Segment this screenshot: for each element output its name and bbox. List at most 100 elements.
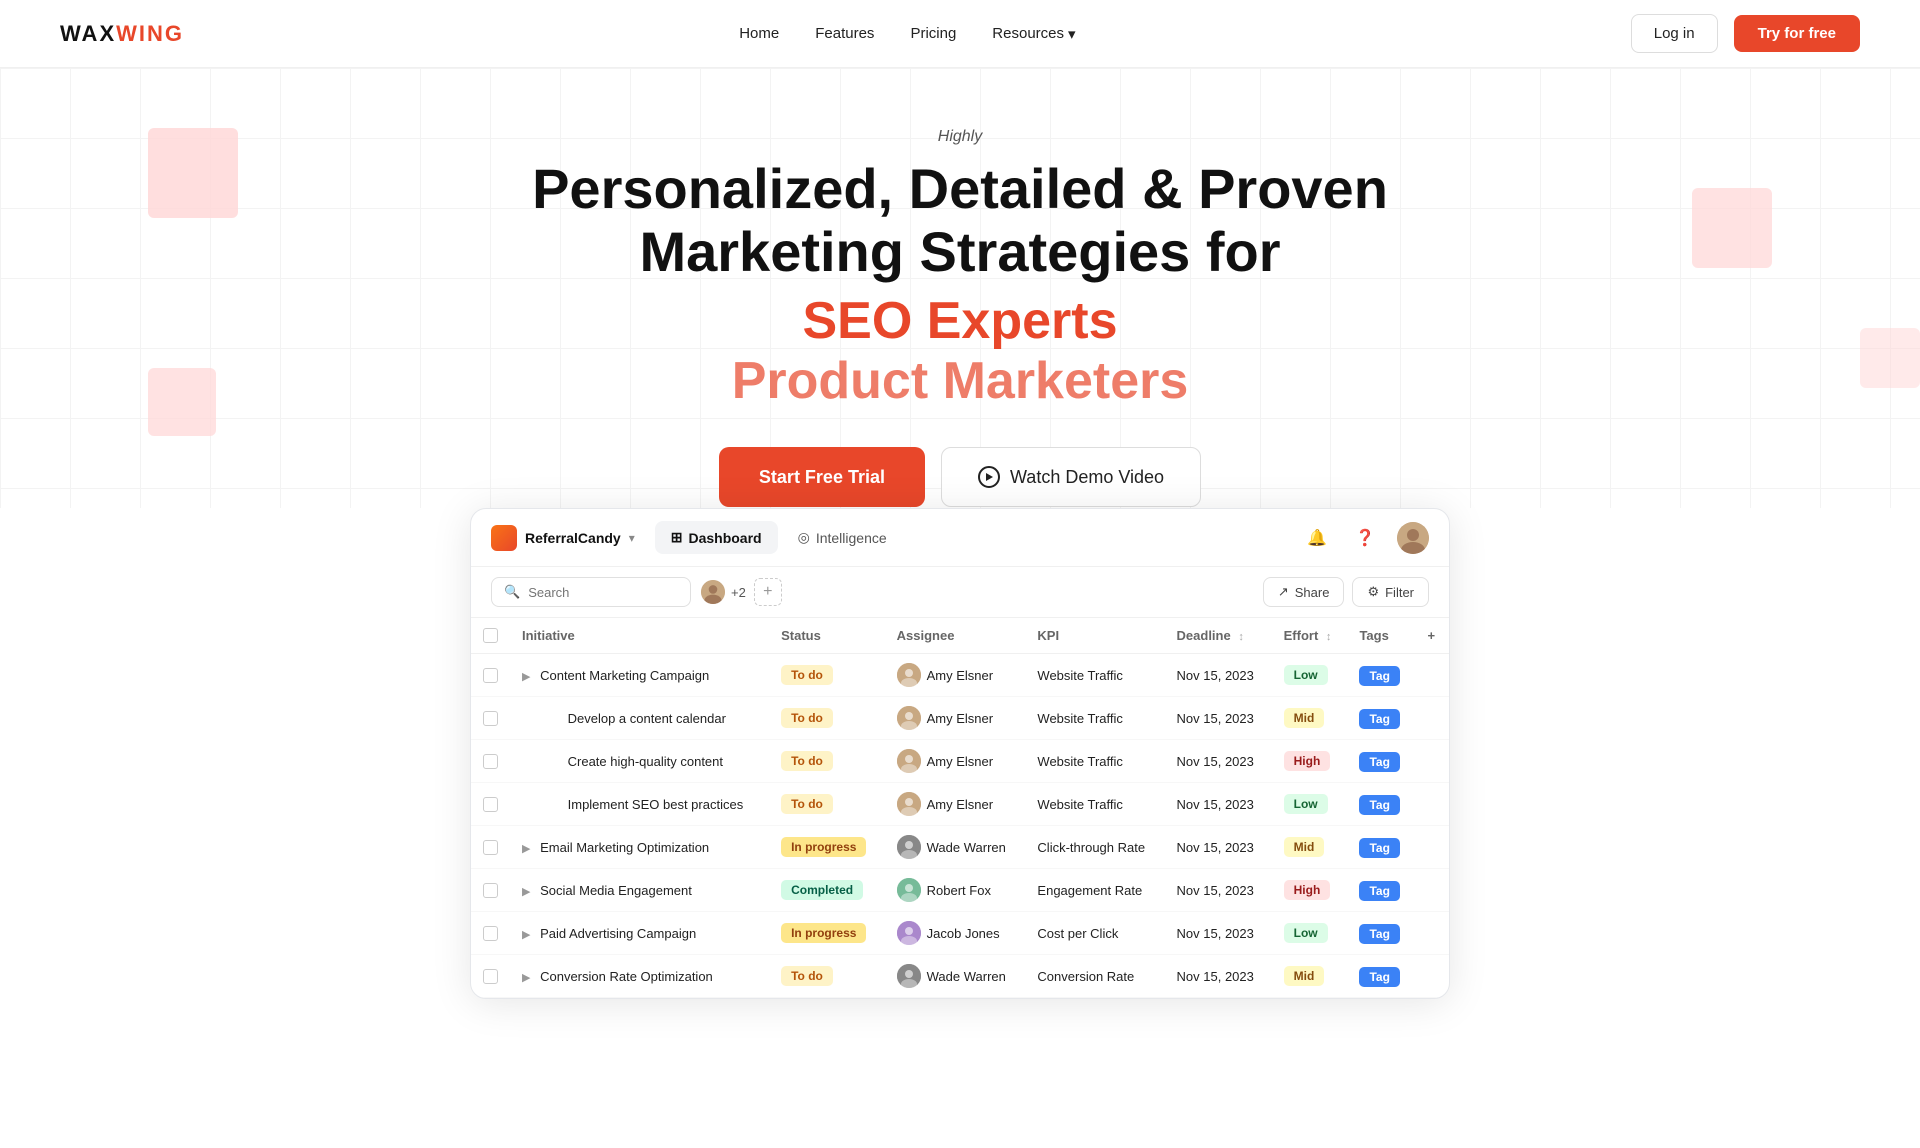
expand-chevron-icon[interactable]: ▶ — [522, 842, 530, 855]
add-button[interactable]: + — [754, 578, 782, 606]
help-icon[interactable]: ❓ — [1349, 522, 1381, 554]
table-row: ▶ Email Marketing Optimization In progre… — [471, 826, 1449, 869]
kpi-value: Cost per Click — [1037, 926, 1118, 941]
row-checkbox[interactable] — [483, 754, 498, 769]
row-tags-cell: Tag — [1347, 740, 1415, 783]
table-header-row: Initiative Status Assignee KPI Deadline … — [471, 618, 1449, 654]
start-trial-button[interactable]: Start Free Trial — [719, 447, 925, 507]
tag-badge: Tag — [1359, 795, 1399, 815]
search-input[interactable] — [528, 585, 678, 600]
initiative-label: Paid Advertising Campaign — [540, 926, 696, 941]
nav-pricing[interactable]: Pricing — [910, 25, 956, 42]
expand-chevron-icon[interactable]: ▶ — [522, 971, 530, 984]
row-kpi-cell: Website Traffic — [1025, 697, 1164, 740]
nav-home[interactable]: Home — [739, 25, 779, 42]
effort-sort-icon[interactable]: ↕ — [1326, 631, 1332, 643]
row-assignee-cell: Wade Warren — [885, 955, 1026, 998]
assignee-avatar — [897, 706, 921, 730]
row-check-cell — [471, 740, 510, 783]
hero-rotating-text-1: SEO Experts — [0, 291, 1920, 351]
status-badge: Completed — [781, 880, 863, 900]
share-icon: ↗ — [1278, 584, 1289, 600]
filter-button[interactable]: ⚙ Filter — [1352, 577, 1429, 607]
kpi-value: Website Traffic — [1037, 754, 1123, 769]
row-checkbox[interactable] — [483, 969, 498, 984]
brand-icon — [491, 525, 517, 551]
status-badge: In progress — [781, 837, 866, 857]
row-kpi-cell: Website Traffic — [1025, 654, 1164, 697]
hero-area: Highly Personalized, Detailed & Proven M… — [0, 68, 1920, 508]
row-initiative-cell: Create high-quality content — [510, 740, 769, 783]
row-checkbox[interactable] — [483, 797, 498, 812]
brand-chevron-icon: ▾ — [629, 531, 635, 545]
share-button[interactable]: ↗ Share — [1263, 577, 1345, 607]
search-box[interactable]: 🔍 — [491, 577, 691, 607]
dash-toolbar: 🔍 +2 + ↗ Share ⚙ F — [471, 567, 1449, 618]
row-deadline-cell: Nov 15, 2023 — [1165, 955, 1272, 998]
intelligence-tab-icon: ◎ — [798, 529, 810, 546]
nav-resources[interactable]: Resources ▾ — [992, 25, 1075, 43]
row-checkbox[interactable] — [483, 926, 498, 941]
row-status-cell: To do — [769, 783, 885, 826]
deadline-value: Nov 15, 2023 — [1177, 711, 1254, 726]
row-tags-cell: Tag — [1347, 826, 1415, 869]
row-assignee-cell: Amy Elsner — [885, 783, 1026, 826]
row-checkbox[interactable] — [483, 711, 498, 726]
demo-label: Watch Demo Video — [1010, 467, 1164, 488]
row-kpi-cell: Website Traffic — [1025, 740, 1164, 783]
dashboard-tab-icon: ⊞ — [671, 529, 683, 546]
assignee-avatar — [897, 964, 921, 988]
status-badge: To do — [781, 665, 833, 685]
assignee-name: Wade Warren — [927, 969, 1006, 984]
expand-chevron-icon[interactable]: ▶ — [522, 670, 530, 683]
effort-badge: Mid — [1284, 837, 1325, 857]
row-status-cell: To do — [769, 955, 885, 998]
col-add[interactable]: + — [1416, 618, 1449, 654]
status-badge: In progress — [781, 923, 866, 943]
row-checkbox[interactable] — [483, 883, 498, 898]
dash-brand[interactable]: ReferralCandy ▾ — [491, 525, 635, 551]
table-row: Develop a content calendar To do Amy Els… — [471, 697, 1449, 740]
row-initiative-cell: ▶ Social Media Engagement — [510, 869, 769, 912]
row-deadline-cell: Nov 15, 2023 — [1165, 783, 1272, 826]
row-tags-cell: Tag — [1347, 869, 1415, 912]
row-deadline-cell: Nov 15, 2023 — [1165, 654, 1272, 697]
resources-chevron-icon: ▾ — [1068, 25, 1076, 43]
nav-features[interactable]: Features — [815, 25, 874, 42]
tab-dashboard[interactable]: ⊞ Dashboard — [655, 521, 778, 554]
expand-chevron-icon[interactable]: ▶ — [522, 928, 530, 941]
kpi-value: Engagement Rate — [1037, 883, 1142, 898]
row-check-cell — [471, 826, 510, 869]
table-row: ▶ Content Marketing Campaign To do Amy E… — [471, 654, 1449, 697]
row-extra-cell — [1416, 740, 1449, 783]
tab-intelligence[interactable]: ◎ Intelligence — [782, 521, 903, 554]
row-effort-cell: High — [1272, 869, 1348, 912]
row-checkbox[interactable] — [483, 668, 498, 683]
effort-badge: Mid — [1284, 708, 1325, 728]
row-assignee-cell: Robert Fox — [885, 869, 1026, 912]
assignee-name: Wade Warren — [927, 840, 1006, 855]
deadline-sort-icon[interactable]: ↕ — [1238, 631, 1244, 643]
header-checkbox[interactable] — [483, 628, 498, 643]
row-initiative-cell: ▶ Paid Advertising Campaign — [510, 912, 769, 955]
row-effort-cell: Mid — [1272, 697, 1348, 740]
watch-demo-button[interactable]: Watch Demo Video — [941, 447, 1201, 507]
col-tags: Tags — [1347, 618, 1415, 654]
kpi-value: Website Traffic — [1037, 668, 1123, 683]
hero-rotating-text-2: Product Marketers — [0, 351, 1920, 411]
hero-title: Personalized, Detailed & Proven Marketin… — [510, 158, 1410, 283]
row-initiative-cell: ▶ Conversion Rate Optimization — [510, 955, 769, 998]
expand-chevron-icon[interactable]: ▶ — [522, 885, 530, 898]
table-row: Create high-quality content To do Amy El… — [471, 740, 1449, 783]
try-free-button[interactable]: Try for free — [1734, 15, 1860, 52]
user-avatar[interactable] — [1397, 522, 1429, 554]
tag-badge: Tag — [1359, 838, 1399, 858]
deadline-value: Nov 15, 2023 — [1177, 797, 1254, 812]
login-button[interactable]: Log in — [1631, 14, 1718, 53]
initiative-label: Conversion Rate Optimization — [540, 969, 713, 984]
notification-icon[interactable]: 🔔 — [1301, 522, 1333, 554]
row-checkbox[interactable] — [483, 840, 498, 855]
deadline-value: Nov 15, 2023 — [1177, 883, 1254, 898]
row-check-cell — [471, 783, 510, 826]
assignee-avatar — [897, 792, 921, 816]
